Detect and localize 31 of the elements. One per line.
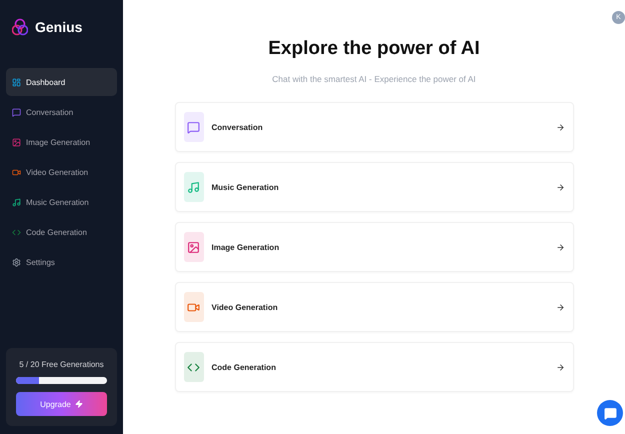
sidebar-item[interactable]: Music Generation — [6, 188, 117, 216]
tool-label: Conversation — [212, 122, 264, 132]
chat-button[interactable] — [597, 400, 623, 426]
arrow-right-icon — [556, 302, 564, 312]
tool-label: Code Generation — [212, 362, 277, 372]
speech-bubble-icon — [604, 406, 616, 420]
tool-label: Image Generation — [212, 242, 280, 252]
page-subtitle: Chat with the smartest AI - Experience the power of AI — [272, 74, 476, 84]
sidebar-item[interactable]: Video Generation — [6, 158, 117, 186]
arrow-right-icon — [556, 122, 564, 132]
tool-label: Music Generation — [212, 182, 280, 192]
logo-icon — [12, 18, 28, 36]
sidebar-item[interactable]: Image Generation — [6, 128, 117, 156]
tool-card[interactable]: Code Generation — [174, 342, 574, 392]
upgrade-button[interactable]: Upgrade — [16, 392, 107, 416]
arrow-right-icon — [556, 362, 564, 372]
app-name: Genius — [35, 19, 82, 35]
tool-card[interactable]: Image Generation — [174, 222, 574, 272]
tool-card[interactable]: Music Generation — [174, 162, 574, 212]
tool-label: Video Generation — [212, 302, 279, 312]
usage-text: 5 / 20 Free Generations — [19, 360, 104, 369]
arrow-right-icon — [556, 182, 564, 192]
sidebar-item[interactable]: Settings — [6, 248, 117, 276]
lightning-icon — [74, 400, 83, 408]
tool-card[interactable]: Video Generation — [174, 282, 574, 332]
page-title: Explore the power of AI — [268, 38, 480, 60]
tool-card[interactable]: Conversation — [174, 102, 574, 152]
arrow-right-icon — [556, 242, 564, 252]
sidebar-item[interactable]: Dashboard — [6, 68, 117, 96]
sidebar-item[interactable]: Conversation — [6, 98, 117, 126]
sidebar-item[interactable]: Code Generation — [6, 218, 117, 246]
